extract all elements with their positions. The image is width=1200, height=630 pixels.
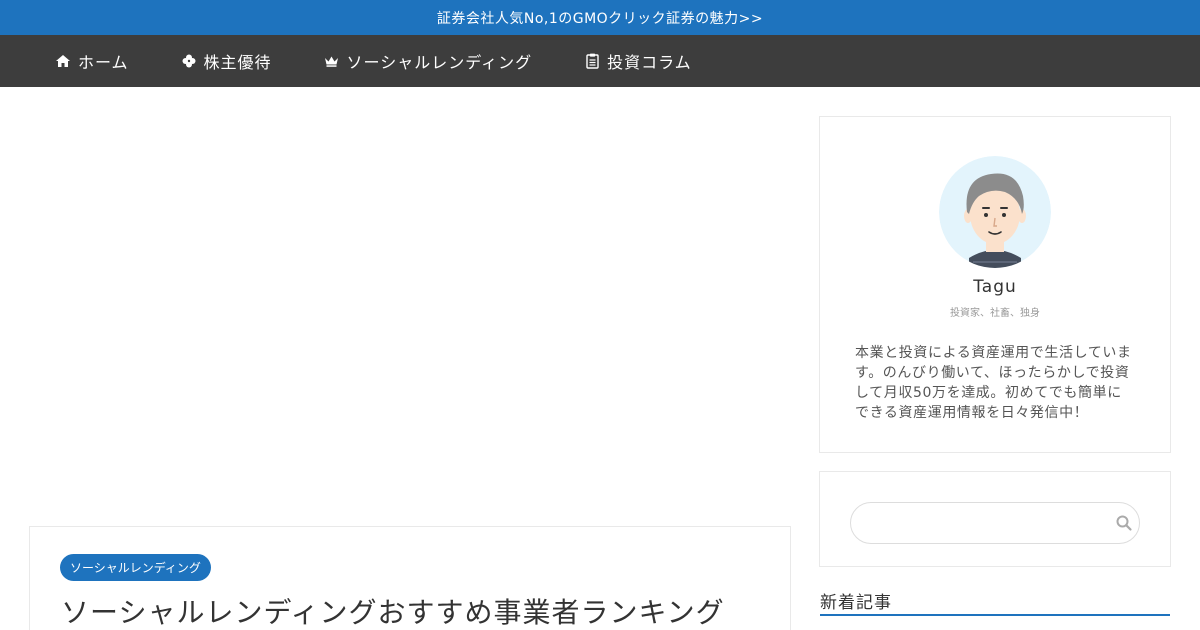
new-posts-heading: 新着記事	[820, 588, 1170, 616]
crown-icon	[324, 53, 340, 69]
nav-item-label: ホーム	[78, 53, 129, 72]
article-title[interactable]: ソーシャルレンディングおすすめ事業者ランキング	[61, 591, 725, 630]
search-widget	[819, 471, 1171, 567]
nav-item-column[interactable]: 投資コラム	[584, 49, 692, 73]
category-label[interactable]: ソーシャルレンディング	[60, 554, 211, 581]
profile-widget: Tagu 投資家、社畜、独身 本業と投資による資産運用で生活しています。のんびり…	[819, 116, 1171, 453]
article-card: ソーシャルレンディング ソーシャルレンディングおすすめ事業者ランキング	[29, 526, 791, 630]
clipboard-icon	[584, 53, 600, 69]
author-name: Tagu	[973, 277, 1017, 297]
search-input[interactable]	[865, 511, 1105, 535]
author-bio: 本業と投資による資産運用で生活しています。のんびり働いて、ほったらかしで投資して…	[855, 345, 1132, 421]
search-icon[interactable]	[1115, 514, 1133, 532]
home-icon	[55, 53, 71, 69]
search-box	[850, 502, 1140, 544]
author-tagline: 投資家、社畜、独身	[950, 308, 1040, 319]
nav-item-label: 株主優待	[203, 53, 272, 72]
promo-banner-text: 証券会社人気No,1のGMOクリック証券の魅力>>	[436, 10, 764, 27]
nav-item-label: 投資コラム	[607, 53, 692, 72]
clover-icon	[181, 53, 197, 69]
nav-item-home[interactable]: ホーム	[55, 49, 129, 73]
nav-item-social-lending[interactable]: ソーシャルレンディング	[324, 49, 533, 73]
nav-item-label: ソーシャルレンディング	[346, 53, 533, 72]
author-avatar	[939, 156, 1051, 268]
nav-item-yutai[interactable]: 株主優待	[181, 49, 272, 73]
main-navigation: ホーム 株主優待 ソーシャルレンディング 投資コラム	[0, 35, 1200, 87]
promo-banner-link[interactable]: 証券会社人気No,1のGMOクリック証券の魅力>>	[0, 0, 1200, 35]
